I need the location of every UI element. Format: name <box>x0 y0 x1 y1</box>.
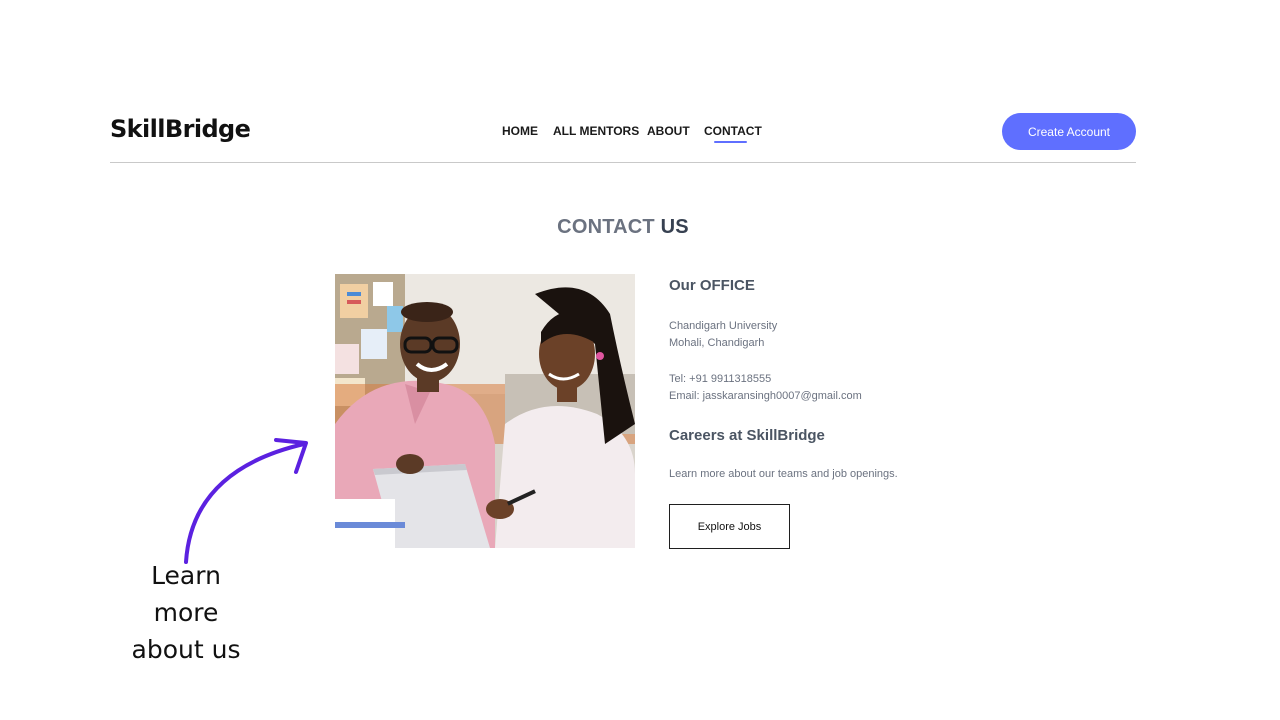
address-line-2: Mohali, Chandigarh <box>669 337 765 349</box>
header-divider <box>110 162 1136 163</box>
explore-jobs-button[interactable]: Explore Jobs <box>669 504 790 549</box>
office-phone: Tel: +91 9911318555 <box>669 373 772 385</box>
create-account-button[interactable]: Create Account <box>1002 113 1136 150</box>
page-title-emphasis: US <box>660 216 689 238</box>
nav-all-mentors[interactable]: ALL MENTORS <box>553 124 639 138</box>
curved-arrow-icon <box>184 438 308 564</box>
nav-home[interactable]: HOME <box>502 124 538 138</box>
address-line-1: Chandigarh University <box>669 320 778 332</box>
careers-text: Learn more about our teams and job openi… <box>669 468 898 480</box>
page-title-prefix: CONTACT <box>557 216 655 238</box>
annotation-line-2: more <box>153 598 219 627</box>
contact-image <box>335 274 635 548</box>
nav-about[interactable]: ABOUT <box>647 124 690 138</box>
office-heading: Our OFFICE <box>669 277 755 294</box>
office-email: Email: jasskaransingh0007@gmail.com <box>669 390 862 402</box>
office-address: Chandigarh University Mohali, Chandigarh <box>669 318 777 352</box>
office-contact: Tel: +91 9911318555 Email: jasskaransing… <box>669 371 862 405</box>
annotation-text: Learn more about us <box>115 557 257 668</box>
careers-heading: Careers at SkillBridge <box>669 427 825 444</box>
annotation-line-3: about us <box>131 635 241 664</box>
page-title: CONTACT US <box>0 216 1246 239</box>
active-nav-indicator <box>714 141 747 143</box>
nav-contact[interactable]: CONTACT <box>704 124 762 138</box>
annotation-line-1: Learn <box>151 561 221 590</box>
